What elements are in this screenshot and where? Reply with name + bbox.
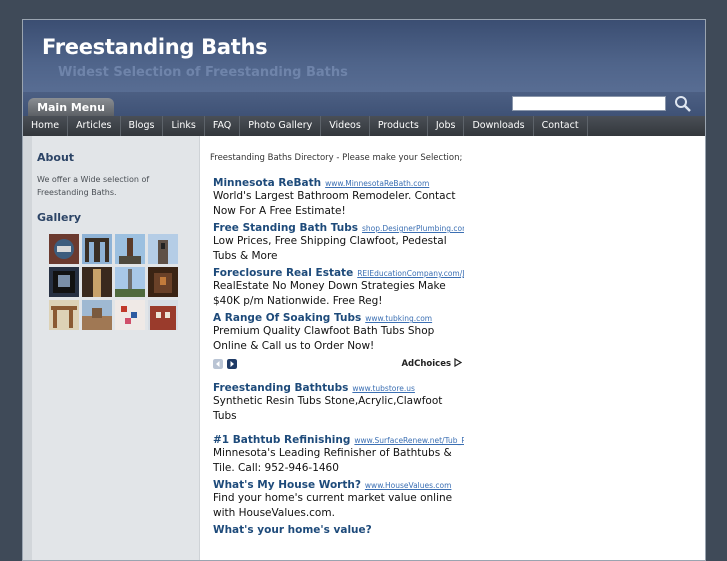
gallery-thumb[interactable] (148, 234, 178, 264)
nav-item-articles[interactable]: Articles (68, 116, 121, 136)
page-frame: Freestanding Baths Widest Selection of F… (22, 19, 706, 561)
ad-url[interactable]: www.tubstore.us (352, 384, 415, 393)
adchoices-triangle-icon (454, 357, 463, 368)
gallery-heading: Gallery (37, 211, 82, 224)
nav-item-photo-gallery[interactable]: Photo Gallery (240, 116, 322, 136)
main-nav: Home Articles Blogs Links FAQ Photo Gall… (23, 116, 705, 136)
gallery-thumb[interactable] (115, 300, 145, 330)
search-button[interactable] (674, 95, 692, 113)
search-input[interactable] (512, 96, 666, 111)
ad-title[interactable]: What's My House Worth? (213, 479, 361, 491)
ad-text: World's Largest Bathroom Remodeler. Cont… (213, 190, 456, 217)
ads-block: Minnesota ReBath www.MinnesotaReBath.com … (213, 177, 464, 539)
sidebar-stripe (23, 136, 32, 560)
about-text: We offer a Wide selection of Freestandin… (37, 175, 150, 197)
site-title[interactable]: Freestanding Baths (42, 35, 268, 59)
site-subtitle: Widest Selection of Freestanding Baths (58, 65, 348, 80)
ad-item[interactable]: What's your home's value? (213, 524, 464, 536)
ad-title[interactable]: Foreclosure Real Estate (213, 267, 353, 279)
nav-item-videos[interactable]: Videos (321, 116, 370, 136)
gallery-thumb[interactable] (49, 267, 79, 297)
ad-title[interactable]: What's your home's value? (213, 524, 372, 536)
chevron-right-icon[interactable] (227, 359, 237, 369)
ad-url[interactable]: REIEducationCompany.com/Join-N (357, 269, 464, 278)
nav-item-downloads[interactable]: Downloads (464, 116, 534, 136)
ad-text: Low Prices, Free Shipping Clawfoot, Pede… (213, 235, 447, 262)
ad-url[interactable]: www.SurfaceRenew.net/Tub_Refini (354, 436, 464, 445)
ad-item[interactable]: What's My House Worth? www.HouseValues.co… (213, 479, 464, 521)
ad-url[interactable]: www.tubking.com (365, 314, 432, 323)
gallery-thumb[interactable] (115, 234, 145, 264)
ad-title[interactable]: #1 Bathtub Refinishing (213, 434, 350, 446)
ad-item[interactable]: Minnesota ReBath www.MinnesotaReBath.com … (213, 177, 464, 219)
ad-item[interactable]: Freestanding Bathtubs www.tubstore.us Syn… (213, 382, 464, 424)
nav-item-contact[interactable]: Contact (534, 116, 588, 136)
chevron-left-icon[interactable] (213, 359, 223, 369)
ad-url[interactable]: www.MinnesotaReBath.com (325, 179, 429, 188)
gallery-thumb[interactable] (148, 267, 178, 297)
directory-text: Freestanding Baths Directory - Please ma… (210, 153, 463, 163)
ad-item[interactable]: Foreclosure Real Estate REIEducationCompa… (213, 267, 464, 309)
nav-item-blogs[interactable]: Blogs (121, 116, 164, 136)
nav-item-home[interactable]: Home (23, 116, 69, 136)
ad-title[interactable]: Free Standing Bath Tubs (213, 222, 358, 234)
gallery-thumb[interactable] (148, 300, 178, 330)
ad-title[interactable]: A Range Of Soaking Tubs (213, 312, 361, 324)
nav-item-links[interactable]: Links (163, 116, 205, 136)
adchoices-link[interactable]: AdChoices (401, 357, 463, 369)
ad-text: Synthetic Resin Tubs Stone,Acrylic,Clawf… (213, 395, 443, 422)
gallery-thumb[interactable] (82, 234, 112, 264)
nav-item-products[interactable]: Products (370, 116, 428, 136)
gallery-thumb[interactable] (49, 234, 79, 264)
ad-url[interactable]: www.HouseValues.com (365, 481, 452, 490)
sidebar (23, 136, 200, 560)
ad-url[interactable]: shop.DesignerPlumbing.com (362, 224, 464, 233)
nav-item-jobs[interactable]: Jobs (428, 116, 465, 136)
gallery-thumb[interactable] (49, 300, 79, 330)
gallery-thumb[interactable] (82, 267, 112, 297)
ad-text: RealEstate No Money Down Strategies Make… (213, 280, 446, 307)
ad-text: Find your home's current market value on… (213, 492, 453, 519)
gallery-grid (49, 234, 181, 330)
ad-item[interactable]: Free Standing Bath Tubs shop.DesignerPlum… (213, 222, 464, 264)
ad-text: Minnesota's Leading Refinisher of Bathtu… (213, 447, 452, 474)
ad-title[interactable]: Minnesota ReBath (213, 177, 321, 189)
adchoices-row: AdChoices (213, 357, 464, 373)
about-heading: About (37, 151, 75, 164)
ad-item[interactable]: A Range Of Soaking Tubs www.tubking.com P… (213, 312, 464, 354)
gallery-thumb[interactable] (82, 300, 112, 330)
ad-text: Premium Quality Clawfoot Bath Tubs Shop … (213, 325, 435, 352)
search-icon (675, 96, 691, 112)
ad-item[interactable]: #1 Bathtub Refinishing www.SurfaceRenew.n… (213, 434, 464, 476)
main-menu-tab[interactable]: Main Menu (28, 98, 114, 116)
nav-item-faq[interactable]: FAQ (205, 116, 241, 136)
adchoices-label: AdChoices (401, 359, 452, 369)
gallery-thumb[interactable] (115, 267, 145, 297)
site-header: Freestanding Baths Widest Selection of F… (23, 20, 705, 92)
ad-title[interactable]: Freestanding Bathtubs (213, 382, 348, 394)
